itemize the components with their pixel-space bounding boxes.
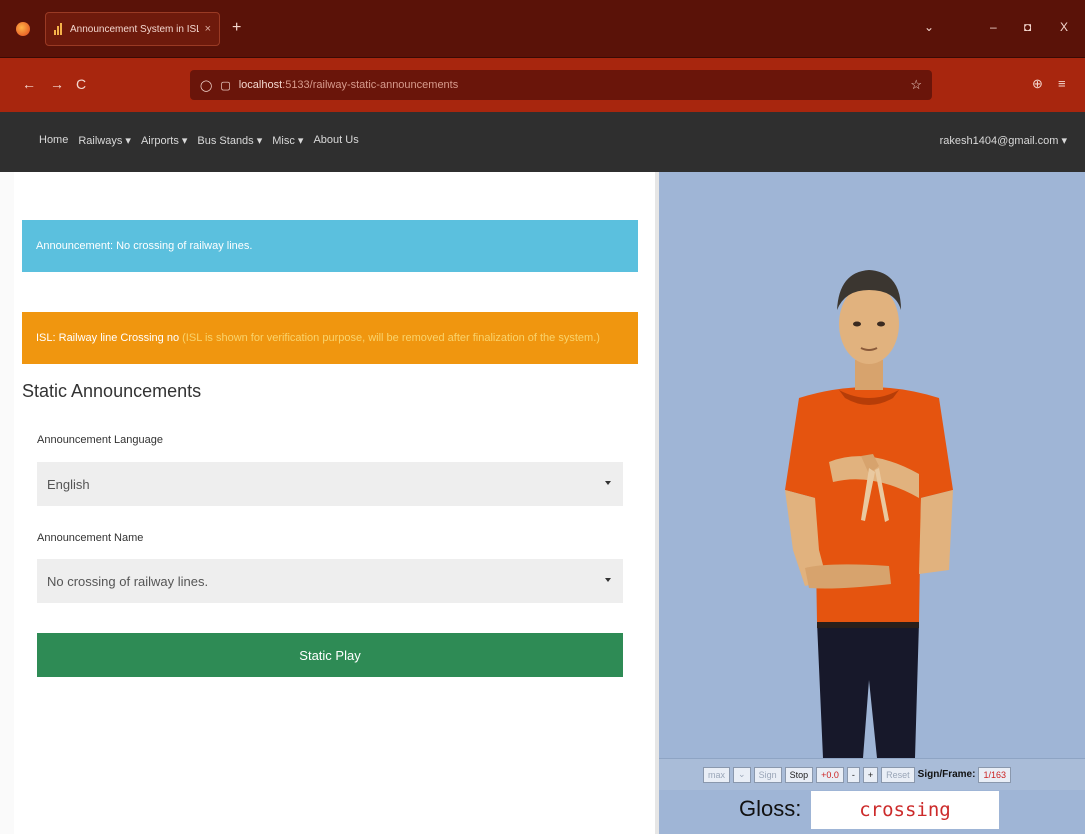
isl-text: ISL: Railway line Crossing no (36, 332, 180, 344)
player-controls: max ⌄ Sign Stop +0.0 - + Reset Sign/Fram… (659, 758, 1085, 790)
new-tab-button[interactable]: + (232, 20, 241, 36)
signing-avatar (785, 270, 953, 758)
gloss-output: crossing (811, 791, 999, 829)
url-bar[interactable]: ◯ ▢ localhost:5133/railway-static-announ… (190, 70, 932, 100)
nav-item-airports[interactable]: Airports ▾ (141, 134, 187, 147)
gloss-row: Gloss: crossing (659, 790, 1085, 834)
user-menu[interactable]: rakesh1404@gmail.com ▾ (940, 134, 1067, 147)
announcement-name-label: Announcement Name (37, 532, 144, 544)
announcement-panel: Announcement: No crossing of railway lin… (0, 172, 655, 834)
chart-favicon-icon (54, 23, 64, 35)
reload-icon[interactable]: C (76, 76, 86, 92)
announcement-name-select[interactable]: No crossing of railway lines. (37, 559, 623, 603)
nav-item-about-us[interactable]: About Us (313, 134, 358, 147)
browser-tab[interactable]: Announcement System in ISL × (45, 12, 220, 46)
announcement-alert: Announcement: No crossing of railway lin… (22, 220, 638, 272)
close-window-icon[interactable]: X (1060, 20, 1068, 34)
speed-plus-button[interactable]: + (862, 766, 879, 783)
nav-menu: Home Railways ▾ Airports ▾ Bus Stands ▾ … (39, 134, 359, 147)
announcement-name-value: No crossing of railway lines. (47, 573, 209, 589)
speed-value[interactable]: +0.0 (816, 766, 844, 783)
tab-close-icon[interactable]: × (205, 23, 211, 35)
browser-tab-bar: Announcement System in ISL × + ⌄ – ◘ X (0, 0, 1085, 58)
nav-item-railways[interactable]: Railways ▾ (78, 134, 131, 147)
url-path: :5133/railway-static-announcements (282, 79, 459, 91)
gloss-label: Gloss: (739, 796, 802, 821)
section-title: Static Announcements (22, 381, 202, 401)
chevron-down-icon[interactable]: ⌄ (733, 766, 751, 783)
browser-toolbar: ← → C ◯ ▢ localhost:5133/railway-static-… (0, 58, 1085, 112)
signing-avatar-panel: max ⌄ Sign Stop +0.0 - + Reset Sign/Fram… (659, 172, 1085, 834)
nav-item-misc[interactable]: Misc ▾ (272, 134, 303, 147)
language-value: English (47, 476, 90, 492)
caret-down-icon (605, 578, 611, 582)
caret-down-icon (605, 481, 611, 485)
reset-button[interactable]: Reset (881, 766, 915, 783)
sign-frame-value: 1/163 (978, 766, 1011, 783)
language-select[interactable]: English (37, 462, 623, 506)
nav-item-bus-stands[interactable]: Bus Stands ▾ (197, 134, 262, 147)
stop-button[interactable]: Stop (784, 766, 814, 783)
isl-note: (ISL is shown for verification purpose, … (179, 332, 600, 344)
page-icon: ▢ (220, 79, 231, 92)
firefox-icon (16, 22, 30, 36)
back-icon[interactable]: ← (22, 76, 36, 92)
pocket-icon[interactable]: ⊕ (1032, 76, 1043, 92)
site-navbar: Home Railways ▾ Airports ▾ Bus Stands ▾ … (0, 112, 1085, 172)
sign-frame-label: Sign/Frame: (917, 769, 976, 780)
bookmark-star-icon[interactable]: ☆ (910, 77, 922, 93)
isl-alert: ISL: Railway line Crossing no (ISL is sh… (22, 312, 638, 364)
nav-item-home[interactable]: Home (39, 134, 68, 147)
url-text: localhost:5133/railway-static-announceme… (239, 79, 459, 91)
url-host: localhost (238, 79, 283, 91)
shield-icon: ◯ (200, 79, 213, 92)
forward-icon[interactable]: → (50, 76, 64, 92)
minimize-icon[interactable]: – (990, 20, 997, 34)
tab-title: Announcement System in ISL (70, 23, 199, 35)
menu-icon[interactable]: ≡ (1058, 76, 1066, 91)
speed-select[interactable]: max (703, 766, 731, 783)
language-label: Announcement Language (37, 434, 163, 446)
static-play-button[interactable]: Static Play (37, 633, 623, 677)
maximize-icon[interactable]: ◘ (1024, 20, 1031, 34)
tab-list-dropdown-icon[interactable]: ⌄ (924, 20, 934, 34)
sign-button[interactable]: Sign (753, 766, 782, 783)
speed-minus-button[interactable]: - (846, 766, 860, 783)
